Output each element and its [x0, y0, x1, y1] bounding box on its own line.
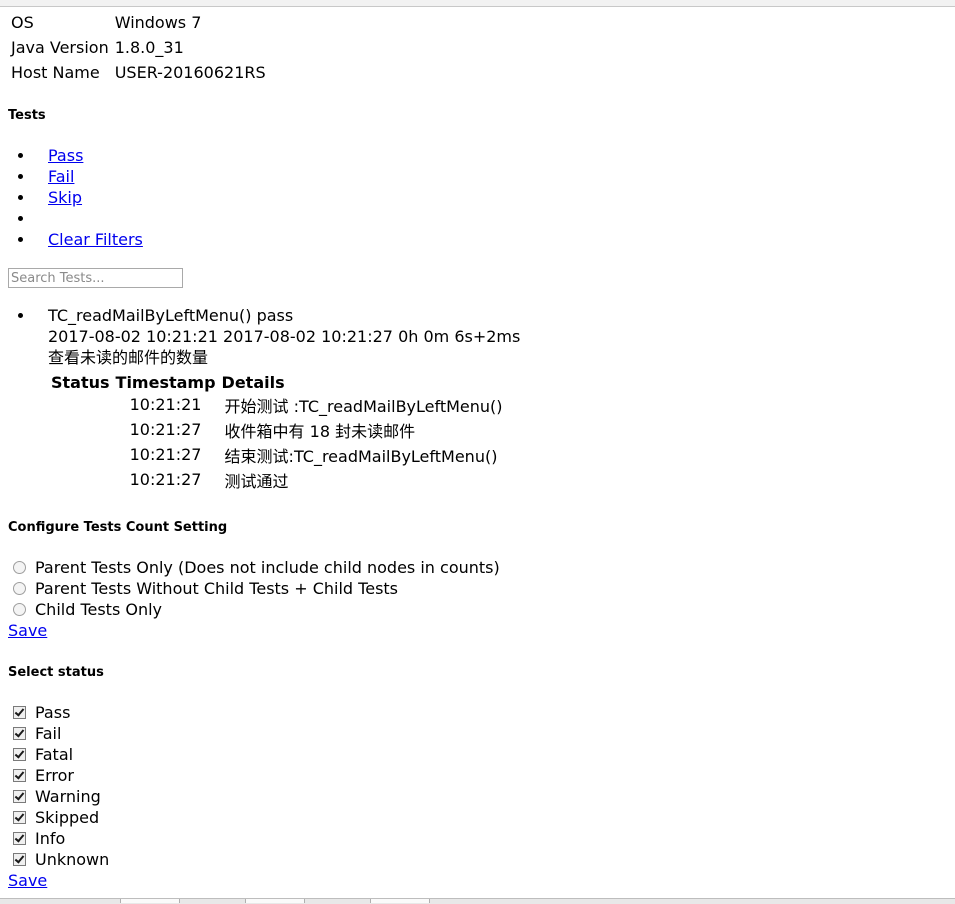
checkbox-checked[interactable]: [13, 769, 26, 782]
log-header-row: Status Timestamp Details: [48, 372, 506, 392]
status-option-unknown[interactable]: Unknown: [8, 849, 109, 870]
count-setting-heading: Configure Tests Count Setting: [8, 520, 228, 535]
sysinfo-row-java: Java Version 1.8.0_31: [8, 35, 269, 60]
checkbox-checked[interactable]: [13, 811, 26, 824]
log-row: 10:21:27 测试通过: [48, 467, 506, 492]
sysinfo-value: USER-20160621RS: [114, 63, 266, 82]
count-setting-save-link[interactable]: Save: [8, 620, 47, 641]
log-status: [48, 417, 113, 442]
count-option-label: Parent Tests Only (Does not include chil…: [35, 558, 500, 577]
log-timestamp: 10:21:27: [129, 445, 202, 464]
radio-button[interactable]: [13, 582, 26, 595]
filter-item-empty: [8, 208, 143, 229]
test-status: pass: [256, 306, 294, 325]
filter-fail-link[interactable]: Fail: [48, 167, 74, 186]
bottom-tab: [245, 899, 305, 903]
log-header-status: Status: [51, 372, 110, 392]
checkbox-checked[interactable]: [13, 727, 26, 740]
status-option-fail[interactable]: Fail: [8, 723, 61, 744]
bottom-tab: [370, 899, 430, 903]
checkbox-checked[interactable]: [13, 832, 26, 845]
status-option-info[interactable]: Info: [8, 828, 65, 849]
log-row: 10:21:27 收件箱中有 18 封未读邮件: [48, 417, 506, 442]
status-option-label: Info: [35, 829, 66, 848]
sysinfo-key: OS: [11, 13, 34, 32]
clear-filters-link[interactable]: Clear Filters: [48, 230, 143, 249]
status-option-skipped[interactable]: Skipped: [8, 807, 99, 828]
test-start-time: 2017-08-02 10:21:21: [48, 327, 218, 346]
status-option-label: Fail: [35, 724, 62, 743]
log-status: [48, 467, 113, 492]
count-option-label: Parent Tests Without Child Tests + Child…: [35, 579, 399, 598]
filter-skip-link[interactable]: Skip: [48, 188, 82, 207]
status-option-label: Skipped: [35, 808, 100, 827]
count-option-label: Child Tests Only: [35, 600, 163, 619]
filter-item-pass: Pass: [8, 145, 143, 166]
select-status-heading: Select status: [8, 665, 104, 680]
log-timestamp: 10:21:27: [129, 420, 202, 439]
status-option-label: Fatal: [35, 745, 74, 764]
radio-button[interactable]: [13, 561, 26, 574]
bottom-tab: [120, 899, 180, 903]
status-option-label: Unknown: [35, 850, 110, 869]
status-option-label: Pass: [35, 703, 71, 722]
filter-item-clear: Clear Filters: [8, 229, 143, 250]
test-log-table: Status Timestamp Details 10:21:21 开始测试 :…: [48, 372, 506, 492]
sysinfo-value: 1.8.0_31: [114, 38, 184, 57]
checkbox-checked[interactable]: [13, 748, 26, 761]
test-name: TC_readMailByLeftMenu(): [48, 306, 252, 325]
sysinfo-key: Java Version: [11, 38, 109, 57]
log-timestamp: 10:21:21: [129, 395, 202, 414]
checkbox-checked[interactable]: [13, 706, 26, 719]
count-option-child-only[interactable]: Child Tests Only: [8, 599, 162, 620]
log-header-details: Details: [221, 372, 285, 392]
log-status: [48, 442, 113, 467]
status-option-warning[interactable]: Warning: [8, 786, 101, 807]
test-end-time: 2017-08-02 10:21:27: [223, 327, 393, 346]
log-details: 结束测试:TC_readMailByLeftMenu(): [224, 446, 498, 466]
status-option-label: Error: [35, 766, 74, 785]
test-title-line: TC_readMailByLeftMenu() pass: [48, 305, 520, 326]
system-info-table: OS Windows 7 Java Version 1.8.0_31 Host …: [8, 10, 269, 85]
test-time-line: 2017-08-02 10:21:21 2017-08-02 10:21:27 …: [48, 326, 520, 347]
test-item[interactable]: TC_readMailByLeftMenu() pass 2017-08-02 …: [17, 305, 520, 368]
sysinfo-row-os: OS Windows 7: [8, 10, 269, 35]
sysinfo-key: Host Name: [11, 63, 100, 82]
checkbox-checked[interactable]: [13, 853, 26, 866]
test-description: 查看未读的邮件的数量: [48, 348, 209, 367]
checkbox-checked[interactable]: [13, 790, 26, 803]
test-filter-list: Pass Fail Skip Clear Filters: [8, 145, 143, 250]
count-option-parent-plus-child[interactable]: Parent Tests Without Child Tests + Child…: [8, 578, 398, 599]
log-status: [48, 392, 113, 417]
status-option-fatal[interactable]: Fatal: [8, 744, 73, 765]
log-details: 测试通过: [224, 471, 289, 491]
sysinfo-row-host: Host Name USER-20160621RS: [8, 60, 269, 85]
log-row: 10:21:27 结束测试:TC_readMailByLeftMenu(): [48, 442, 506, 467]
status-option-pass[interactable]: Pass: [8, 702, 70, 723]
filter-item-fail: Fail: [8, 166, 143, 187]
radio-button[interactable]: [13, 603, 26, 616]
count-option-parent-only[interactable]: Parent Tests Only (Does not include chil…: [8, 557, 500, 578]
test-duration: 0h 0m 6s+2ms: [398, 327, 521, 346]
log-timestamp: 10:21:27: [129, 470, 202, 489]
search-input[interactable]: [8, 268, 183, 288]
status-option-error[interactable]: Error: [8, 765, 74, 786]
top-border: [0, 0, 955, 7]
bottom-scrollbar: [0, 898, 955, 904]
filter-pass-link[interactable]: Pass: [48, 146, 83, 165]
select-status-save-link[interactable]: Save: [8, 870, 47, 891]
filter-item-skip: Skip: [8, 187, 143, 208]
log-row: 10:21:21 开始测试 :TC_readMailByLeftMenu(): [48, 392, 506, 417]
log-header-timestamp: Timestamp: [115, 372, 216, 392]
tests-heading: Tests: [8, 108, 46, 123]
log-details: 开始测试 :TC_readMailByLeftMenu(): [224, 396, 503, 416]
log-details: 收件箱中有 18 封未读邮件: [224, 421, 416, 441]
sysinfo-value: Windows 7: [114, 13, 202, 32]
status-option-label: Warning: [35, 787, 101, 806]
